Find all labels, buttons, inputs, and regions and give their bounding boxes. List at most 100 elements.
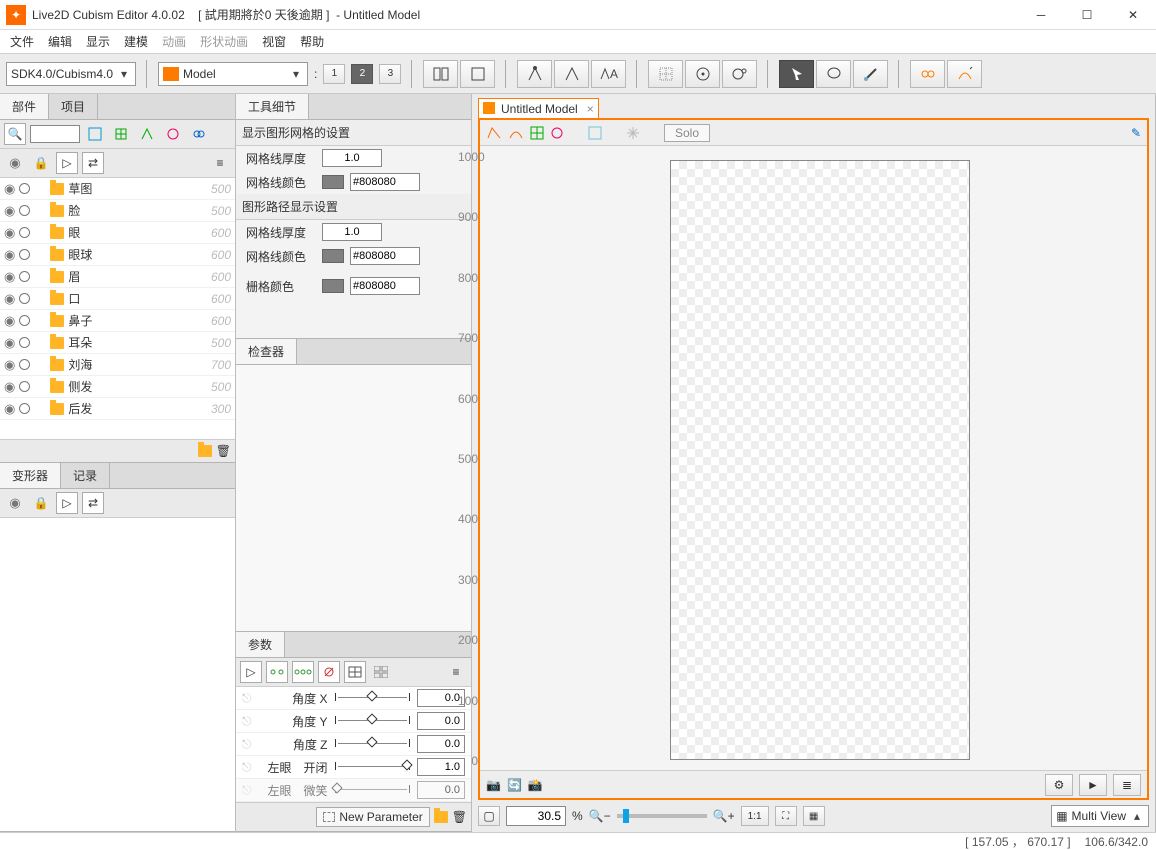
maximize-button[interactable]: ☐: [1064, 0, 1110, 30]
solo-button[interactable]: Solo: [664, 124, 710, 142]
canvas-box-icon[interactable]: ▢: [478, 806, 500, 826]
tool-glue[interactable]: [910, 60, 945, 88]
param-slider[interactable]: [334, 762, 412, 772]
menu-view[interactable]: 显示: [80, 31, 116, 52]
zoom-in-icon[interactable]: 🔍+: [713, 809, 735, 823]
mesh-line-color-swatch[interactable]: [322, 175, 344, 189]
param-key3-icon[interactable]: [292, 661, 314, 683]
search-icon[interactable]: 🔍: [4, 123, 26, 145]
tab-inspector[interactable]: 检查器: [236, 339, 297, 364]
visibility-header-icon[interactable]: ◉: [4, 152, 26, 174]
filter-warp-icon[interactable]: [110, 123, 132, 145]
mode-combo[interactable]: Model ▾: [158, 62, 308, 86]
menu-help[interactable]: 帮助: [294, 31, 330, 52]
visibility-header-icon[interactable]: ◉: [4, 492, 26, 514]
camera-icon[interactable]: 📷: [486, 778, 501, 792]
path-thickness-input[interactable]: [322, 223, 382, 241]
play-button[interactable]: ►: [1079, 774, 1107, 796]
canvas-mesh-icon[interactable]: [486, 126, 502, 140]
lock-header-icon[interactable]: 🔒: [30, 492, 52, 514]
new-parameter-button[interactable]: New Parameter: [316, 807, 429, 827]
path-color-swatch[interactable]: [322, 249, 344, 263]
canvas-pin-icon[interactable]: ✎: [1131, 126, 1141, 140]
param-grid-icon[interactable]: [344, 661, 366, 683]
minimize-button[interactable]: ─: [1018, 0, 1064, 30]
canvas-warp-icon[interactable]: [530, 126, 544, 140]
close-icon[interactable]: ×: [587, 102, 594, 116]
filter-glue-icon[interactable]: [188, 123, 210, 145]
tool-bind[interactable]: [423, 60, 458, 88]
hamburger-icon[interactable]: ≡: [209, 152, 231, 174]
tool-warp-grid[interactable]: [648, 60, 683, 88]
tool-surface[interactable]: [722, 60, 757, 88]
artboard[interactable]: [670, 160, 970, 760]
filter-deformer-icon[interactable]: [84, 123, 106, 145]
canvas-grid-icon[interactable]: [626, 126, 640, 140]
zoom-input[interactable]: [506, 806, 566, 826]
tool-arrow[interactable]: [779, 60, 814, 88]
param-slider[interactable]: [334, 739, 412, 749]
parts-tree[interactable]: ◉ 草图500 ◉ 脸500 ◉ 眼600 ◉ 眼球600 ◉ 眉600 ◉ 口…: [0, 178, 235, 439]
tab-parts[interactable]: 部件: [0, 94, 49, 119]
menu-window[interactable]: 视窗: [256, 31, 292, 52]
param-slider[interactable]: [334, 693, 412, 703]
search-input[interactable]: [30, 125, 80, 143]
canvas-rotation-icon[interactable]: [550, 126, 564, 140]
play-header-icon[interactable]: ▷: [56, 152, 78, 174]
new-folder-icon[interactable]: [198, 445, 212, 457]
tool-link[interactable]: [460, 60, 495, 88]
trash-icon[interactable]: 🗑: [452, 810, 467, 824]
close-button[interactable]: ✕: [1110, 0, 1156, 30]
trash-icon[interactable]: 🗑: [216, 444, 231, 458]
param-multi-icon[interactable]: [370, 661, 392, 683]
sync-header-icon[interactable]: ⇄: [82, 152, 104, 174]
tool-mesh-edit[interactable]: [554, 60, 589, 88]
sync-header-icon[interactable]: ⇄: [82, 492, 104, 514]
level-3[interactable]: 3: [379, 64, 401, 84]
new-folder-icon[interactable]: [434, 811, 448, 823]
param-slider[interactable]: [334, 716, 412, 726]
canvas-path-icon[interactable]: [508, 126, 524, 140]
play-header-icon[interactable]: ▷: [56, 492, 78, 514]
zoom-out-icon[interactable]: 🔍−: [589, 809, 611, 823]
tool-rotation[interactable]: [685, 60, 720, 88]
multiview-combo[interactable]: ▦ Multi View ▴: [1051, 805, 1149, 827]
settings-button[interactable]: ⚙: [1045, 774, 1073, 796]
zoom-slider[interactable]: [617, 814, 707, 818]
lock-header-icon[interactable]: 🔒: [30, 152, 52, 174]
canvas-deformer-icon[interactable]: [588, 126, 602, 140]
level-2[interactable]: 2: [351, 64, 373, 84]
menu-file[interactable]: 文件: [4, 31, 40, 52]
param-key2-icon[interactable]: [266, 661, 288, 683]
tool-lasso[interactable]: [816, 60, 851, 88]
sdk-combo[interactable]: SDK4.0/Cubism4.0 ▾: [6, 62, 136, 86]
filter-artmesh-icon[interactable]: [136, 123, 158, 145]
path-color-input[interactable]: [350, 247, 420, 265]
tab-project[interactable]: 项目: [49, 94, 98, 119]
camera-plus-icon[interactable]: 📸: [528, 778, 543, 792]
menu-edit[interactable]: 编辑: [42, 31, 78, 52]
deformer-tree[interactable]: [0, 518, 235, 831]
fit-button[interactable]: ⛶: [775, 806, 797, 826]
tool-mesh-auto[interactable]: AUTO: [591, 60, 626, 88]
tab-tool-detail[interactable]: 工具细节: [236, 94, 309, 119]
mesh-line-color-input[interactable]: [350, 173, 420, 191]
tab-deformer[interactable]: 变形器: [0, 463, 61, 488]
pin-icon[interactable]: ⎋: [242, 691, 252, 706]
filter-rotation-icon[interactable]: [162, 123, 184, 145]
param-nokey-icon[interactable]: [318, 661, 340, 683]
tool-mesh-pen[interactable]: [517, 60, 552, 88]
param-slider[interactable]: [334, 785, 412, 795]
level-1[interactable]: 1: [323, 64, 345, 84]
grid-button[interactable]: ▦: [803, 806, 825, 826]
tool-path[interactable]: [947, 60, 982, 88]
grid-color-swatch[interactable]: [322, 279, 344, 293]
document-tab[interactable]: Untitled Model ×: [478, 98, 599, 119]
zoom-100-button[interactable]: 1:1: [741, 806, 769, 826]
grid-color-input[interactable]: [350, 277, 420, 295]
param-play-icon[interactable]: ▷: [240, 661, 262, 683]
tab-log[interactable]: 记录: [61, 463, 110, 488]
tab-parameters[interactable]: 参数: [236, 632, 285, 657]
tool-brush[interactable]: [853, 60, 888, 88]
list-button[interactable]: ≣: [1113, 774, 1141, 796]
